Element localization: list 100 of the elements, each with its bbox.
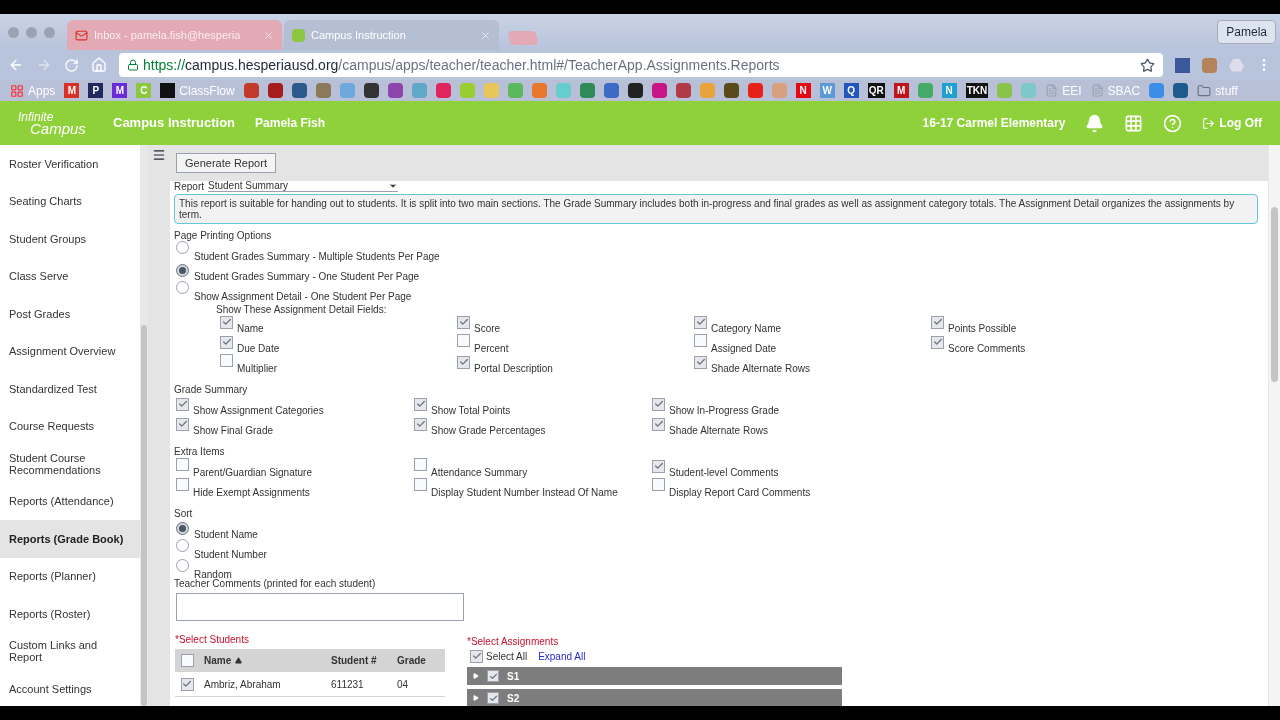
bookmark-icon[interactable] xyxy=(363,83,379,98)
window-control[interactable] xyxy=(44,26,55,38)
scrollbar-thumb[interactable] xyxy=(1271,207,1278,382)
sidebar-item[interactable]: Reports (Planner) xyxy=(0,557,140,595)
menu-icon[interactable] xyxy=(152,148,166,162)
bookmark-icon[interactable] xyxy=(627,83,643,98)
assignment-group[interactable]: S1 xyxy=(467,667,842,685)
checkbox[interactable] xyxy=(652,417,665,431)
help-icon[interactable] xyxy=(1163,113,1183,133)
checkbox[interactable] xyxy=(694,334,707,347)
bookmark-icon[interactable]: M xyxy=(112,83,128,98)
radio-button[interactable] xyxy=(176,281,189,294)
checkbox[interactable] xyxy=(457,315,470,329)
window-control[interactable] xyxy=(26,26,37,38)
checkbox[interactable] xyxy=(694,315,707,329)
checkbox[interactable] xyxy=(220,354,233,367)
radio-button[interactable] xyxy=(176,559,189,572)
folder-icon[interactable] xyxy=(1197,83,1212,98)
comments-field[interactable] xyxy=(176,593,464,621)
bookmark-label: stuff xyxy=(1215,82,1238,100)
checkbox[interactable] xyxy=(652,397,665,411)
profile-button[interactable]: Pamela xyxy=(1217,20,1276,44)
column-header[interactable]: Student # xyxy=(331,653,397,668)
apps-grid-icon[interactable] xyxy=(1124,113,1144,133)
option-label: Points Possible xyxy=(948,322,1017,336)
sidebar-item[interactable]: Roster Verification xyxy=(0,145,140,183)
checkbox[interactable] xyxy=(414,417,427,431)
checkbox[interactable] xyxy=(652,478,665,491)
option-label: Portal Description xyxy=(474,362,553,376)
checkbox[interactable] xyxy=(176,478,189,491)
radio-button[interactable] xyxy=(176,522,189,535)
bookmark-icon[interactable] xyxy=(723,83,739,98)
checkbox[interactable] xyxy=(931,315,944,329)
sidebar-item[interactable]: Reports (Attendance) xyxy=(0,482,140,520)
home-icon[interactable] xyxy=(91,57,107,73)
checkbox[interactable] xyxy=(652,459,665,473)
column-header[interactable]: Grade xyxy=(397,653,443,668)
bookmark-icon[interactable]: M xyxy=(64,83,80,98)
sidebar-item[interactable]: Student Course Recommendations xyxy=(0,445,140,483)
notification-icon[interactable] xyxy=(1085,113,1105,133)
checkbox[interactable] xyxy=(457,355,470,369)
document-icon[interactable] xyxy=(1045,84,1059,97)
checkbox[interactable] xyxy=(180,677,194,691)
checkbox[interactable] xyxy=(487,692,499,704)
column-header[interactable]: Name xyxy=(199,653,331,668)
bookmark-icon[interactable]: P xyxy=(88,83,104,98)
sidebar-item[interactable]: Account Settings xyxy=(0,670,140,706)
scrollbar-thumb[interactable] xyxy=(141,325,147,706)
radio-button[interactable] xyxy=(176,264,189,277)
checkbox[interactable] xyxy=(694,355,707,369)
sidebar-item[interactable]: Reports (Roster) xyxy=(0,595,140,633)
expand-arrow-icon[interactable] xyxy=(473,673,479,679)
sidebar-item[interactable]: Class Serve xyxy=(0,257,140,295)
expand-arrow-icon[interactable] xyxy=(473,695,479,701)
bookmark-icon[interactable]: QR xyxy=(867,83,885,98)
checkbox[interactable] xyxy=(220,335,233,349)
address-field[interactable]: https://campus.hesperiausd.org/campus/apps/teacher/teacher.html#/TeacherApp.Assignments.Reports xyxy=(119,53,1163,77)
checkbox[interactable] xyxy=(414,397,427,411)
checkbox[interactable] xyxy=(176,417,189,431)
checkbox[interactable] xyxy=(176,397,189,411)
checkbox[interactable] xyxy=(220,315,233,329)
back-icon[interactable] xyxy=(8,57,24,73)
radio-button[interactable] xyxy=(176,241,189,254)
checkbox[interactable] xyxy=(931,335,944,349)
checkbox[interactable] xyxy=(470,649,483,663)
sidebar-item[interactable]: Seating Charts xyxy=(0,182,140,220)
close-icon[interactable] xyxy=(263,29,274,41)
sidebar-item[interactable]: Reports (Grade Book) xyxy=(0,520,140,558)
report-select[interactable]: Student Summary xyxy=(208,180,398,192)
expand-all-link[interactable]: Expand All xyxy=(538,648,586,664)
sidebar-item[interactable]: Assignment Overview xyxy=(0,332,140,370)
checkbox[interactable] xyxy=(180,654,194,667)
checkbox[interactable] xyxy=(414,478,427,491)
sidebar-item[interactable]: Post Grades xyxy=(0,295,140,333)
apps-icon[interactable] xyxy=(10,83,24,98)
lock-icon xyxy=(127,59,139,71)
logout-icon xyxy=(1202,116,1216,130)
bookmark-icon[interactable]: Q xyxy=(843,83,859,98)
close-icon[interactable] xyxy=(480,29,491,41)
window-control[interactable] xyxy=(8,26,19,38)
bookmark-icon[interactable] xyxy=(160,83,176,98)
checkbox[interactable] xyxy=(414,458,427,471)
generate-report-button[interactable]: Generate Report xyxy=(176,153,276,173)
radio-button[interactable] xyxy=(176,539,189,552)
sidebar-item[interactable]: Student Groups xyxy=(0,220,140,258)
bookmark-icon[interactable]: M xyxy=(893,83,909,98)
checkbox[interactable] xyxy=(176,458,189,471)
bookmark-icon[interactable]: N xyxy=(795,83,811,98)
sidebar-item[interactable]: Standardized Test xyxy=(0,370,140,408)
bookmark-icon[interactable]: TKN xyxy=(965,83,989,98)
document-icon[interactable] xyxy=(1090,84,1104,97)
checkbox[interactable] xyxy=(457,334,470,347)
option-label: Due Date xyxy=(237,342,280,356)
bookmark-star-icon[interactable] xyxy=(1140,57,1155,73)
sidebar-item[interactable]: Custom Links and Report xyxy=(0,632,140,670)
checkbox[interactable] xyxy=(487,670,499,682)
reload-icon[interactable] xyxy=(64,57,79,73)
option-label: Score Comments xyxy=(948,342,1026,356)
sidebar-item[interactable]: Course Requests xyxy=(0,407,140,445)
assignment-group[interactable]: S2 xyxy=(467,689,842,706)
